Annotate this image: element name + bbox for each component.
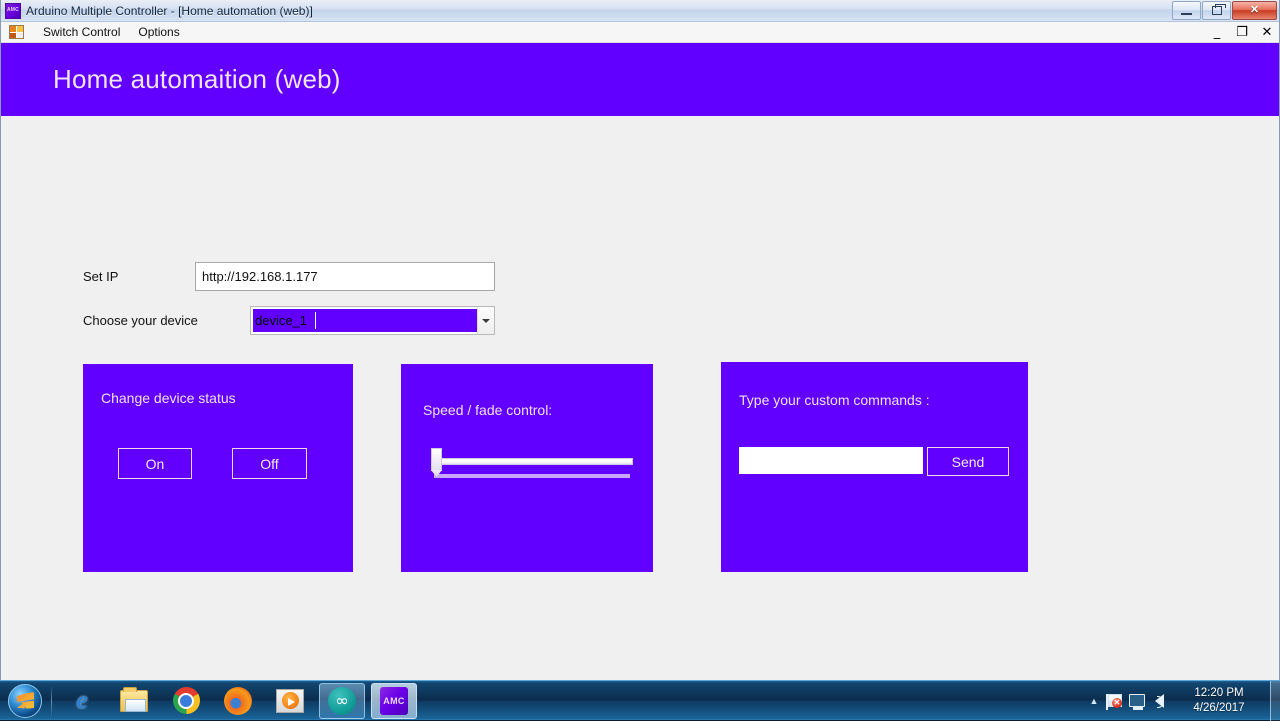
clock-time: 12:20 PM [1170, 686, 1268, 701]
arduino-icon: ∞ [328, 687, 356, 715]
start-button[interactable] [2, 682, 48, 720]
custom-commands-title: Type your custom commands : [739, 392, 930, 408]
action-center-alert-icon: ✕ [1112, 698, 1122, 708]
tray-overflow-button[interactable]: ▲ [1084, 696, 1104, 706]
taskbar-separator [51, 685, 52, 717]
taskbar-item-mozilla-firefox[interactable] [215, 683, 261, 719]
application-window: AMC Arduino Multiple Controller - [Home … [0, 0, 1280, 680]
on-button[interactable]: On [118, 448, 192, 479]
amc-icon: AMC [380, 687, 408, 715]
change-device-status-panel: Change device status On Off [83, 364, 353, 572]
send-button[interactable]: Send [927, 447, 1009, 476]
taskbar-item-amc[interactable]: AMC [371, 683, 417, 719]
mdi-restore-button[interactable]: ❐ [1236, 26, 1248, 39]
speed-fade-control-title: Speed / fade control: [423, 402, 552, 418]
taskbar-item-windows-explorer[interactable] [111, 683, 157, 719]
chevron-down-icon [482, 319, 490, 323]
system-tray: ▲ ✕ 12:20 PM 4/26/2017 [1084, 681, 1280, 721]
device-combobox-edit[interactable]: device_1 [251, 307, 477, 334]
speed-slider[interactable] [431, 448, 633, 480]
switch-control-icon [9, 25, 24, 39]
taskbar-item-internet-explorer[interactable]: e [59, 683, 105, 719]
taskbar-item-google-chrome[interactable] [163, 683, 209, 719]
speed-slider-thumb[interactable] [431, 448, 442, 471]
windows-logo-icon [8, 684, 42, 718]
maximize-icon [1212, 6, 1222, 15]
internet-explorer-icon: e [76, 687, 87, 715]
mdi-close-button[interactable]: ✕ [1261, 26, 1273, 39]
minimize-button[interactable] [1172, 1, 1201, 20]
show-desktop-button[interactable] [1270, 681, 1280, 721]
volume-icon [1155, 694, 1164, 708]
action-center-button[interactable]: ✕ [1104, 689, 1126, 713]
page-header: Home automaition (web) [1, 43, 1279, 116]
device-combobox[interactable]: device_1 [250, 306, 495, 335]
taskbar-item-media-player[interactable] [267, 683, 313, 719]
maximize-button[interactable] [1202, 1, 1231, 20]
off-button[interactable]: Off [232, 448, 307, 479]
window-controls: ✕ [1171, 1, 1277, 20]
ip-field-row: Set IP [83, 262, 495, 291]
device-selected-value: device_1 [253, 309, 477, 332]
taskbar: e ∞ AMC ▲ ✕ [0, 680, 1280, 720]
taskbar-item-arduino-ide[interactable]: ∞ [319, 683, 365, 719]
menu-item-options[interactable]: Options [129, 23, 188, 41]
text-caret [315, 312, 316, 329]
form-body: Set IP Choose your device device_1 Chang… [1, 116, 1279, 701]
speed-slider-ticks [434, 474, 630, 478]
chrome-icon [173, 687, 200, 714]
media-player-icon [276, 689, 304, 713]
close-button[interactable]: ✕ [1232, 1, 1277, 20]
custom-commands-panel: Type your custom commands : Send [721, 362, 1028, 572]
title-bar: AMC Arduino Multiple Controller - [Home … [1, 0, 1279, 22]
ip-label: Set IP [83, 269, 195, 284]
custom-command-input[interactable] [739, 447, 923, 474]
device-field-row: Choose your device device_1 [83, 306, 495, 335]
app-icon: AMC [5, 3, 21, 19]
mdi-minimize-button[interactable]: _ [1211, 26, 1223, 39]
network-button[interactable] [1126, 689, 1148, 713]
volume-button[interactable] [1148, 689, 1170, 713]
taskbar-items: e ∞ AMC [59, 683, 417, 719]
menu-bar: Switch Control Options _ ❐ ✕ [1, 22, 1279, 43]
mdi-window-controls: _ ❐ ✕ [1211, 22, 1273, 43]
page-title: Home automaition (web) [53, 64, 341, 95]
device-dropdown-button[interactable] [477, 307, 494, 334]
action-center-icon: ✕ [1108, 694, 1122, 707]
window-title: Arduino Multiple Controller - [Home auto… [26, 4, 313, 18]
firefox-icon [224, 687, 252, 715]
clock[interactable]: 12:20 PM 4/26/2017 [1170, 686, 1268, 716]
device-label: Choose your device [83, 313, 250, 328]
change-device-status-title: Change device status [101, 390, 236, 406]
network-icon [1129, 694, 1145, 707]
ip-input[interactable] [195, 262, 495, 291]
speed-slider-track[interactable] [434, 458, 633, 465]
minimize-icon [1181, 13, 1192, 15]
folder-icon [120, 690, 148, 712]
clock-date: 4/26/2017 [1170, 701, 1268, 716]
menu-item-switch-control[interactable]: Switch Control [34, 23, 129, 41]
speed-fade-control-panel: Speed / fade control: [401, 364, 653, 572]
